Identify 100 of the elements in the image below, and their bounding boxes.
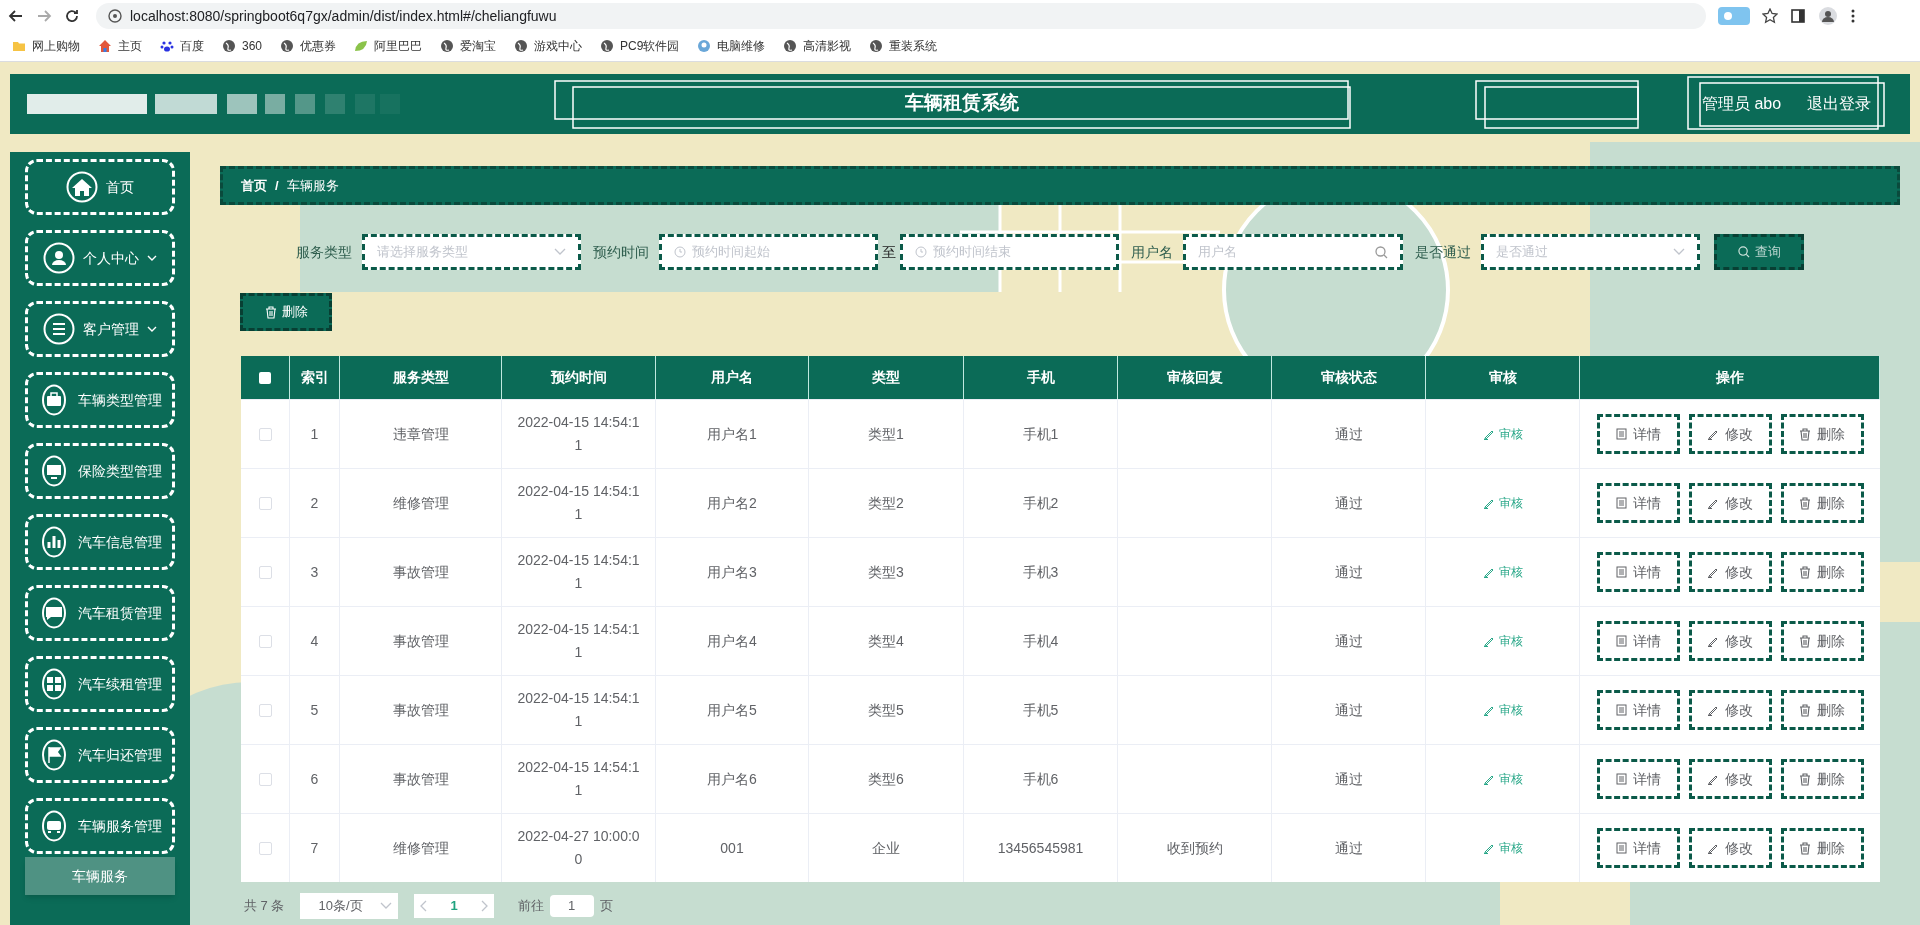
row-checkbox[interactable] bbox=[258, 772, 272, 786]
edit-button[interactable]: 修改 bbox=[1688, 414, 1772, 454]
edit-button[interactable]: 修改 bbox=[1688, 621, 1772, 661]
bookmark[interactable]: 百度 bbox=[160, 37, 204, 55]
table-cell-text: 企业 bbox=[872, 838, 900, 858]
details-button[interactable]: 详情 bbox=[1596, 759, 1680, 799]
address-bar[interactable]: localhost:8080/springboot6q7gx/admin/dist/index.html#/cheliangfuwu bbox=[96, 3, 1706, 29]
bookmark[interactable]: 爱淘宝 bbox=[440, 37, 497, 55]
details-button[interactable]: 详情 bbox=[1596, 552, 1680, 592]
table-cell-text: 维修管理 bbox=[392, 493, 449, 513]
row-checkbox[interactable] bbox=[258, 841, 272, 855]
edit-button[interactable]: 修改 bbox=[1688, 552, 1772, 592]
user-name: 管理员 abo bbox=[1702, 94, 1782, 114]
edit-button[interactable]: 修改 bbox=[1688, 483, 1772, 523]
column-header: 手机 bbox=[964, 356, 1118, 399]
row-checkbox[interactable] bbox=[258, 496, 272, 510]
delete-button[interactable]: 删除 bbox=[1780, 621, 1864, 661]
select-all-checkbox[interactable] bbox=[259, 371, 271, 384]
menu-item[interactable]: 汽车归还管理 bbox=[25, 727, 175, 783]
document-icon bbox=[1615, 635, 1627, 647]
profile-icon[interactable] bbox=[1818, 6, 1838, 26]
globe-icon bbox=[600, 39, 615, 53]
menu-item[interactable]: 车辆服务管理 bbox=[25, 798, 175, 854]
page-size-select[interactable]: 10条/页 bbox=[300, 893, 399, 919]
logout-link[interactable]: 退出登录 bbox=[1807, 92, 1871, 116]
details-button[interactable]: 详情 bbox=[1596, 621, 1680, 661]
table-cell-text: 用户名1 bbox=[707, 424, 757, 444]
menu-item[interactable]: 客户管理 bbox=[25, 301, 175, 357]
chevron-left-icon[interactable] bbox=[420, 900, 429, 912]
delete-button[interactable]: 删除 bbox=[1780, 414, 1864, 454]
folder-icon bbox=[12, 39, 26, 53]
menu-item[interactable]: 车辆类型管理 bbox=[25, 372, 175, 428]
row-checkbox[interactable] bbox=[258, 427, 272, 441]
document-icon bbox=[1615, 566, 1627, 578]
delete-button[interactable]: 删除 bbox=[1780, 552, 1864, 592]
bookmark[interactable]: 重装系统 bbox=[869, 37, 938, 55]
table-cell-text: 通过 bbox=[1334, 838, 1363, 858]
details-button[interactable]: 详情 bbox=[1596, 690, 1680, 730]
pencil-icon bbox=[1482, 773, 1495, 785]
extension-icon[interactable] bbox=[1718, 7, 1750, 25]
trash-icon bbox=[1799, 841, 1811, 855]
bookmark[interactable]: 游戏中心 bbox=[514, 37, 583, 55]
document-icon bbox=[1615, 842, 1627, 854]
forward-icon[interactable] bbox=[36, 8, 52, 24]
submenu-item[interactable]: 车辆服务 bbox=[25, 857, 175, 895]
chevron-right-icon[interactable] bbox=[479, 900, 488, 912]
bookmark[interactable]: 主页 bbox=[98, 37, 142, 55]
breadcrumb-link[interactable]: 车辆服务 bbox=[286, 175, 339, 196]
delete-button[interactable]: 删除 bbox=[1780, 759, 1864, 799]
star-icon[interactable] bbox=[1762, 8, 1778, 24]
table-cell-text: 001 bbox=[720, 838, 744, 858]
breadcrumb-link[interactable]: 首页 bbox=[241, 175, 267, 196]
menu-item[interactable]: 个人中心 bbox=[25, 230, 175, 286]
column-header: 审核 bbox=[1426, 356, 1580, 399]
document-icon bbox=[1615, 497, 1627, 509]
menu-icon[interactable] bbox=[1850, 8, 1856, 24]
delete-button[interactable]: 删除 bbox=[1780, 828, 1864, 868]
site-info-icon[interactable] bbox=[108, 9, 122, 23]
row-checkbox[interactable] bbox=[258, 634, 272, 648]
house-icon bbox=[98, 39, 112, 53]
table-cell-text: 事故管理 bbox=[392, 769, 449, 789]
table-cell-text: 7 bbox=[310, 838, 319, 858]
delete-button[interactable]: 删除 bbox=[240, 293, 332, 331]
details-button[interactable]: 详情 bbox=[1596, 828, 1680, 868]
bookmark[interactable]: 360 bbox=[222, 37, 263, 55]
search-button[interactable]: 查询 bbox=[1714, 234, 1804, 270]
menu-item[interactable]: 保险类型管理 bbox=[25, 443, 175, 499]
details-button[interactable]: 详情 bbox=[1596, 483, 1680, 523]
delete-button[interactable]: 删除 bbox=[1780, 690, 1864, 730]
table-cell-text: 类型3 bbox=[868, 562, 904, 582]
bookmark[interactable]: PC9软件园 bbox=[600, 37, 680, 55]
reload-icon[interactable] bbox=[64, 8, 80, 24]
column-header: 操作 bbox=[1580, 356, 1880, 399]
menu-item[interactable]: 汽车租赁管理 bbox=[25, 585, 175, 641]
edit-button[interactable]: 修改 bbox=[1688, 828, 1772, 868]
page-input[interactable]: 1 bbox=[549, 895, 594, 917]
menu-item[interactable]: 汽车续租管理 bbox=[25, 656, 175, 712]
bookmark[interactable]: 阿里巴巴 bbox=[354, 37, 423, 55]
table-cell-text: 手机1 bbox=[1022, 424, 1059, 444]
row-checkbox[interactable] bbox=[258, 565, 272, 579]
menu-item[interactable]: 首页 bbox=[25, 159, 175, 215]
table-cell-text: 通过 bbox=[1334, 493, 1363, 513]
bookmark[interactable]: 高清影视 bbox=[783, 37, 852, 55]
menu-item[interactable]: 汽车信息管理 bbox=[25, 514, 175, 570]
pencil-icon bbox=[1707, 497, 1719, 509]
delete-button[interactable]: 删除 bbox=[1780, 483, 1864, 523]
bookmark[interactable]: 网上购物 bbox=[12, 37, 80, 55]
trash-icon bbox=[1799, 427, 1811, 441]
filter-label: 是否通过 bbox=[1415, 242, 1471, 262]
clock-icon bbox=[674, 246, 686, 258]
back-icon[interactable] bbox=[8, 8, 24, 24]
bookmark[interactable]: 电脑维修 bbox=[697, 37, 766, 55]
edit-button[interactable]: 修改 bbox=[1688, 690, 1772, 730]
side-panel-icon[interactable] bbox=[1790, 8, 1806, 24]
details-button[interactable]: 详情 bbox=[1596, 414, 1680, 454]
clock-icon bbox=[915, 246, 927, 258]
row-checkbox[interactable] bbox=[258, 703, 272, 717]
edit-button[interactable]: 修改 bbox=[1688, 759, 1772, 799]
bookmark[interactable]: 优惠券 bbox=[280, 37, 337, 55]
table-cell-text: 类型4 bbox=[868, 631, 904, 651]
